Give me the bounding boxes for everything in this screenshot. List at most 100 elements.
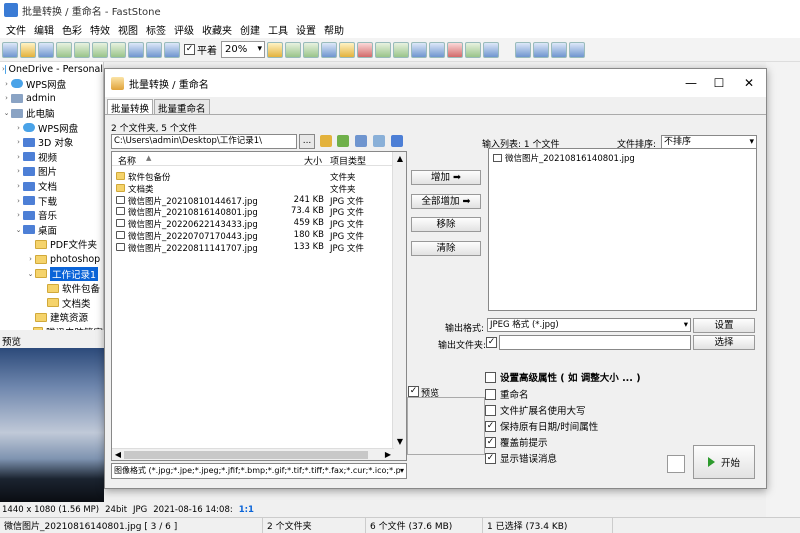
col-name[interactable]: 名称 [118, 154, 136, 167]
file-type-filter[interactable]: 图像格式 (*.jpg;*.jpe;*.jpeg;*.jfif;*.bmp;*.… [111, 463, 407, 479]
sort-select[interactable]: 不排序 [661, 135, 757, 149]
file-row[interactable]: 微信图片_20210810144617.jpg 241 KB JPG 文件 [112, 194, 406, 207]
open-folder-icon[interactable] [20, 41, 36, 58]
close-button[interactable]: ✕ [735, 69, 763, 97]
fit-checkbox-box[interactable]: ✓ [184, 44, 195, 55]
layout-2-icon[interactable] [533, 41, 549, 58]
checkbox-box[interactable] [485, 404, 496, 416]
file-list-vscroll[interactable]: ▲ ▼ [392, 152, 406, 460]
zoom-select[interactable]: 20% [221, 41, 265, 58]
compare-icon[interactable] [411, 41, 427, 58]
expand-icon[interactable]: ⌄ [26, 270, 35, 278]
option-checkbox[interactable]: 设置高级属性 ( 如 调整大小 ... ) [485, 370, 641, 384]
details-view-icon[interactable] [391, 135, 403, 147]
scroll-right-icon[interactable]: ▶ [382, 449, 394, 460]
thumbnails-view-icon[interactable] [355, 135, 367, 147]
expand-icon[interactable]: › [26, 255, 35, 263]
checkbox-box[interactable] [485, 371, 496, 383]
camera-icon[interactable] [2, 41, 18, 58]
file-row[interactable]: 文档类 文件夹 [112, 182, 406, 195]
email-icon[interactable] [429, 41, 445, 58]
menu-item[interactable]: 文件 [2, 22, 30, 37]
clear-button[interactable]: 清除 [411, 241, 481, 256]
checkbox-box[interactable]: ✓ [485, 452, 496, 464]
choose-button[interactable]: 选择 [693, 335, 755, 350]
settings-button[interactable]: 设置 [693, 318, 755, 333]
file-row[interactable]: 软件包备份 文件夹 [112, 170, 406, 183]
expand-icon[interactable]: › [14, 153, 23, 161]
output-format-select[interactable]: JPEG 格式 (*.jpg) [487, 318, 691, 332]
up-folder-icon[interactable] [320, 135, 332, 147]
expand-icon[interactable]: ⌄ [14, 226, 23, 234]
menu-item[interactable]: 创建 [236, 22, 264, 37]
resize-icon[interactable] [285, 41, 301, 58]
tree-item[interactable]: › 3D 对象 [0, 135, 103, 150]
tree-item[interactable]: › OneDrive - Personal [0, 62, 103, 77]
tree-item[interactable]: 文档类 [0, 296, 103, 311]
menu-item[interactable]: 工具 [264, 22, 292, 37]
menu-item[interactable]: 设置 [292, 22, 320, 37]
menu-item[interactable]: 编辑 [30, 22, 58, 37]
menu-item[interactable]: 帮助 [320, 22, 348, 37]
input-list-item[interactable]: 微信图片_20210816140801.jpg [493, 152, 635, 164]
last-image-icon[interactable] [110, 41, 126, 58]
tree-item[interactable]: › photoshop [0, 252, 103, 267]
undo-icon[interactable] [375, 41, 391, 58]
crop-icon[interactable] [303, 41, 319, 58]
col-type[interactable]: 项目类型 [330, 154, 366, 167]
zoom-in-icon[interactable] [128, 41, 144, 58]
output-folder-input[interactable] [499, 335, 691, 350]
expand-icon[interactable]: ⌄ [2, 109, 11, 117]
delete-icon[interactable] [447, 41, 463, 58]
tree-item[interactable]: › admin [0, 91, 103, 106]
file-row[interactable]: 微信图片_20220622143433.jpg 459 KB JPG 文件 [112, 217, 406, 230]
list-view-icon[interactable] [373, 135, 385, 147]
input-file-list[interactable]: 微信图片_20210816140801.jpg [488, 148, 757, 311]
menu-item[interactable]: 视图 [114, 22, 142, 37]
save-icon[interactable] [38, 41, 54, 58]
next-image-icon[interactable] [92, 41, 108, 58]
tree-item[interactable]: 腾讯电脑管家 [0, 325, 103, 330]
file-row[interactable]: 微信图片_20210816140801.jpg 73.4 KB JPG 文件 [112, 205, 406, 218]
tree-item[interactable]: › 图片 [0, 164, 103, 179]
option-checkbox[interactable]: 重命名 [485, 387, 529, 401]
new-folder-icon[interactable] [337, 135, 349, 147]
expand-icon[interactable]: › [2, 80, 11, 88]
tree-item[interactable]: › 下载 [0, 193, 103, 208]
fit-checkbox[interactable]: ✓ 平着 [184, 42, 217, 57]
print-icon[interactable] [465, 41, 481, 58]
scroll-up-icon[interactable]: ▲ [393, 152, 406, 165]
checkbox-box[interactable]: ✓ [485, 420, 496, 432]
tree-item[interactable]: › 文档 [0, 179, 103, 194]
maximize-button[interactable]: ☐ [705, 69, 733, 97]
prev-image-icon[interactable] [74, 41, 90, 58]
tree-item[interactable]: 建筑资源 [0, 310, 103, 325]
output-folder-checkbox[interactable]: ✓ [486, 337, 497, 348]
minimize-button[interactable]: — [677, 69, 705, 97]
remove-button[interactable]: 移除 [411, 217, 481, 232]
file-row[interactable]: 微信图片_20220707170443.jpg 180 KB JPG 文件 [112, 229, 406, 242]
checkbox-box[interactable] [485, 388, 496, 400]
expand-icon[interactable]: › [2, 94, 11, 102]
tree-item[interactable]: ⌄ 此电脑 [0, 106, 103, 121]
tree-item[interactable]: 软件包备 [0, 281, 103, 296]
first-image-icon[interactable] [56, 41, 72, 58]
browse-button[interactable]: ... [299, 134, 315, 149]
col-size[interactable]: 大小 [304, 154, 322, 167]
tab-batch-convert[interactable]: 批量转换 [107, 99, 154, 115]
tree-item[interactable]: ⌄ 桌面 [0, 223, 103, 238]
redo-icon[interactable] [393, 41, 409, 58]
layout-1-icon[interactable] [515, 41, 531, 58]
actual-size-icon[interactable] [164, 41, 180, 58]
add-button[interactable]: 增加 ➡ [411, 170, 481, 185]
color-icon[interactable] [339, 41, 355, 58]
source-file-list[interactable]: 名称 ▲ 大小 项目类型 软件包备份 文件夹 文档类 文件夹 微信图片_20210810… [111, 151, 407, 461]
menu-item[interactable]: 标签 [142, 22, 170, 37]
tree-item[interactable]: › 视频 [0, 150, 103, 165]
menu-item[interactable]: 收藏夹 [198, 22, 236, 37]
zoom-out-icon[interactable] [146, 41, 162, 58]
preview-checkbox[interactable]: ✓ [408, 386, 419, 397]
tree-item[interactable]: › WPS网盘 [0, 77, 103, 92]
tab-batch-rename[interactable]: 批量重命名 [154, 99, 210, 115]
layout-4-icon[interactable] [569, 41, 585, 58]
